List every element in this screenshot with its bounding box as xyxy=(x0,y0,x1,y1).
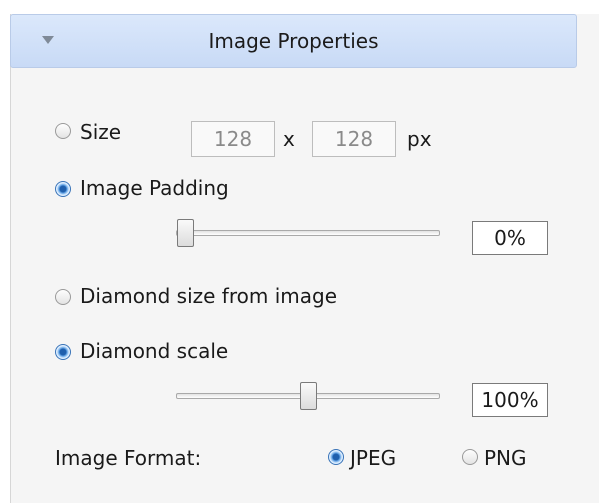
image-properties-panel xyxy=(10,14,599,503)
panel-title: Image Properties xyxy=(208,29,379,53)
panel-header[interactable]: Image Properties xyxy=(10,14,577,68)
size-width-input[interactable]: 128 xyxy=(191,121,275,157)
diamond-size-from-image-radio[interactable] xyxy=(55,289,71,305)
diamond-scale-label: Diamond scale xyxy=(80,339,229,363)
image-padding-slider-thumb[interactable] xyxy=(177,219,194,247)
diamond-scale-value[interactable]: 100% xyxy=(472,383,548,417)
jpeg-radio[interactable] xyxy=(328,449,344,465)
png-label: PNG xyxy=(484,446,527,470)
diamond-scale-slider-thumb[interactable] xyxy=(299,382,317,410)
size-separator: x xyxy=(283,127,295,151)
clipped-top-text xyxy=(0,0,599,14)
size-unit-label: px xyxy=(407,127,432,151)
jpeg-label: JPEG xyxy=(350,446,397,470)
size-height-input[interactable]: 128 xyxy=(312,121,396,157)
image-padding-slider-track[interactable] xyxy=(176,230,440,236)
png-radio[interactable] xyxy=(462,449,478,465)
image-padding-label: Image Padding xyxy=(80,176,229,200)
image-padding-radio[interactable] xyxy=(55,181,71,197)
size-label: Size xyxy=(80,120,122,144)
image-format-label: Image Format: xyxy=(55,446,202,470)
diamond-size-from-image-label: Diamond size from image xyxy=(80,284,337,308)
diamond-scale-radio[interactable] xyxy=(55,344,71,360)
size-radio[interactable] xyxy=(55,123,71,139)
image-padding-value[interactable]: 0% xyxy=(472,221,548,255)
